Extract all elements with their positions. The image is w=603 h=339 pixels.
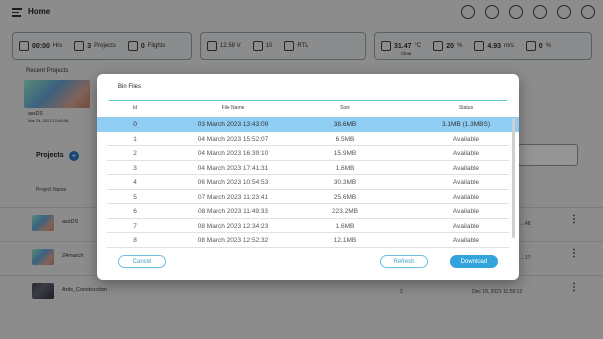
- status-column-header: Status: [458, 105, 474, 111]
- row-file-name: 08 March 2023 11:49:33: [198, 208, 268, 215]
- table-row[interactable]: 5 07 March 2023 11:23:41 25.6MB Available: [107, 190, 509, 204]
- row-id: 7: [133, 222, 137, 230]
- row-size: 15.9MB: [333, 150, 357, 157]
- row-file-name: 07 March 2023 11:23:41: [198, 193, 268, 201]
- row-size: 6.5MB: [335, 135, 355, 143]
- row-id: 4: [133, 179, 137, 186]
- file-name-column-header: File Name: [221, 105, 245, 111]
- row-file-name: 08 March 2023 12:34:23: [197, 222, 269, 230]
- row-id: 1: [133, 135, 137, 143]
- row-file-name: 04 March 2023 15:52:07: [197, 135, 269, 143]
- id-column-header: Id: [132, 105, 138, 111]
- row-file-name: 04 March 2023 17:41:31: [197, 164, 269, 172]
- table-row[interactable]: 6 08 March 2023 11:49:33 223.2MB Available: [107, 204, 509, 219]
- row-status: Available: [452, 237, 480, 244]
- refresh-button[interactable]: Refresh: [380, 255, 428, 268]
- row-status: Available: [452, 164, 480, 172]
- row-size: 1.6MB: [335, 164, 355, 172]
- row-id: 0: [133, 121, 137, 128]
- row-id: 5: [133, 193, 137, 201]
- row-file-name: 03 March 2023 13:43:09: [197, 121, 269, 128]
- row-status: Available: [452, 135, 480, 143]
- row-size: 38.6MB: [333, 121, 357, 128]
- row-size: 25.6MB: [333, 193, 357, 201]
- row-size: 30.3MB: [333, 179, 357, 186]
- table-row[interactable]: 4 06 March 2023 10:54:53 30.3MB Available: [107, 175, 509, 190]
- row-status: Available: [452, 222, 480, 230]
- table-row[interactable]: 0 03 March 2023 13:43:09 38.6MB 3.1MB (1.3M…: [97, 117, 519, 132]
- row-size: 1.6MB: [335, 222, 355, 230]
- row-status: 3.1MB (1.3MBS): [441, 121, 491, 128]
- table-row[interactable]: 2 04 March 2023 16:39:10 15.9MB Available: [107, 146, 509, 161]
- row-id: 3: [133, 164, 137, 172]
- row-size: 223.2MB: [331, 208, 359, 215]
- table-scrollbar[interactable]: [512, 118, 515, 238]
- row-file-name: 08 March 2023 12:52:32: [197, 237, 269, 244]
- table-row[interactable]: 7 08 March 2023 12:34:23 1.6MB Available: [107, 219, 509, 233]
- row-id: 8: [133, 237, 137, 244]
- bin-files-table: Id File Name Size Status 0 03 March 2023 …: [97, 102, 519, 270]
- table-header: Id File Name Size Status: [97, 105, 519, 115]
- row-file-name: 04 March 2023 16:39:10: [197, 150, 269, 157]
- bin-files-dialog: Bin Files Id File Name Size Status 0 03 M…: [97, 74, 519, 280]
- row-size: 12.1MB: [333, 237, 357, 244]
- row-status: Available: [452, 208, 480, 215]
- row-status: Available: [452, 150, 480, 157]
- row-status: Available: [452, 193, 480, 201]
- dialog-title: Bin Files: [118, 84, 142, 90]
- row-id: 2: [133, 150, 137, 157]
- table-row[interactable]: 1 04 March 2023 15:52:07 6.5MB Available: [107, 132, 509, 146]
- title-divider: [109, 100, 507, 101]
- size-column-header: Size: [340, 105, 350, 111]
- download-button[interactable]: Download: [450, 255, 498, 268]
- table-row[interactable]: 8 08 March 2023 12:52:32 12.1MB Available: [107, 233, 509, 248]
- cancel-button[interactable]: Cancel: [118, 255, 166, 268]
- row-status: Available: [452, 179, 480, 186]
- row-file-name: 06 March 2023 10:54:53: [197, 179, 269, 186]
- row-id: 6: [133, 208, 137, 215]
- table-row[interactable]: 3 04 March 2023 17:41:31 1.6MB Available: [107, 161, 509, 175]
- table-body: 0 03 March 2023 13:43:09 38.6MB 3.1MB (1.3M…: [97, 117, 519, 248]
